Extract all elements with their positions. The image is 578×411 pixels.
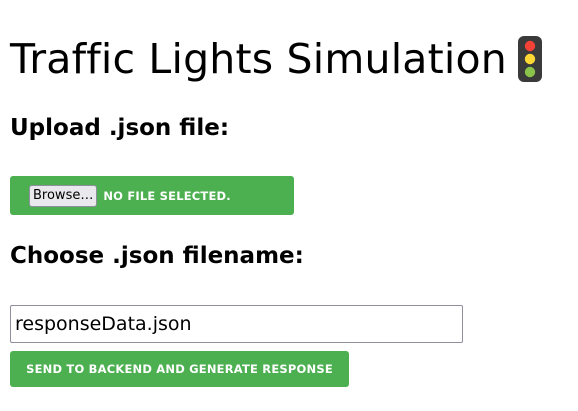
green-light-icon <box>524 66 536 78</box>
upload-label: Upload .json file: <box>10 115 230 141</box>
filename-label: Choose .json filename: <box>10 243 304 269</box>
page-title: Traffic Lights Simulation <box>10 34 507 83</box>
browse-button[interactable]: Browse… <box>29 184 98 207</box>
page: Traffic Lights Simulation Upload .json f… <box>0 0 578 411</box>
title-row: Traffic Lights Simulation <box>10 28 543 90</box>
file-upload-input[interactable]: Browse… NO FILE SELECTED. <box>10 176 294 215</box>
red-light-icon <box>524 40 536 52</box>
filename-input[interactable] <box>10 305 463 343</box>
file-status-text: NO FILE SELECTED. <box>103 188 231 203</box>
traffic-light-icon <box>517 36 542 82</box>
send-to-backend-button[interactable]: SEND TO BACKEND AND GENERATE RESPONSE <box>10 351 349 387</box>
yellow-light-icon <box>524 53 536 65</box>
